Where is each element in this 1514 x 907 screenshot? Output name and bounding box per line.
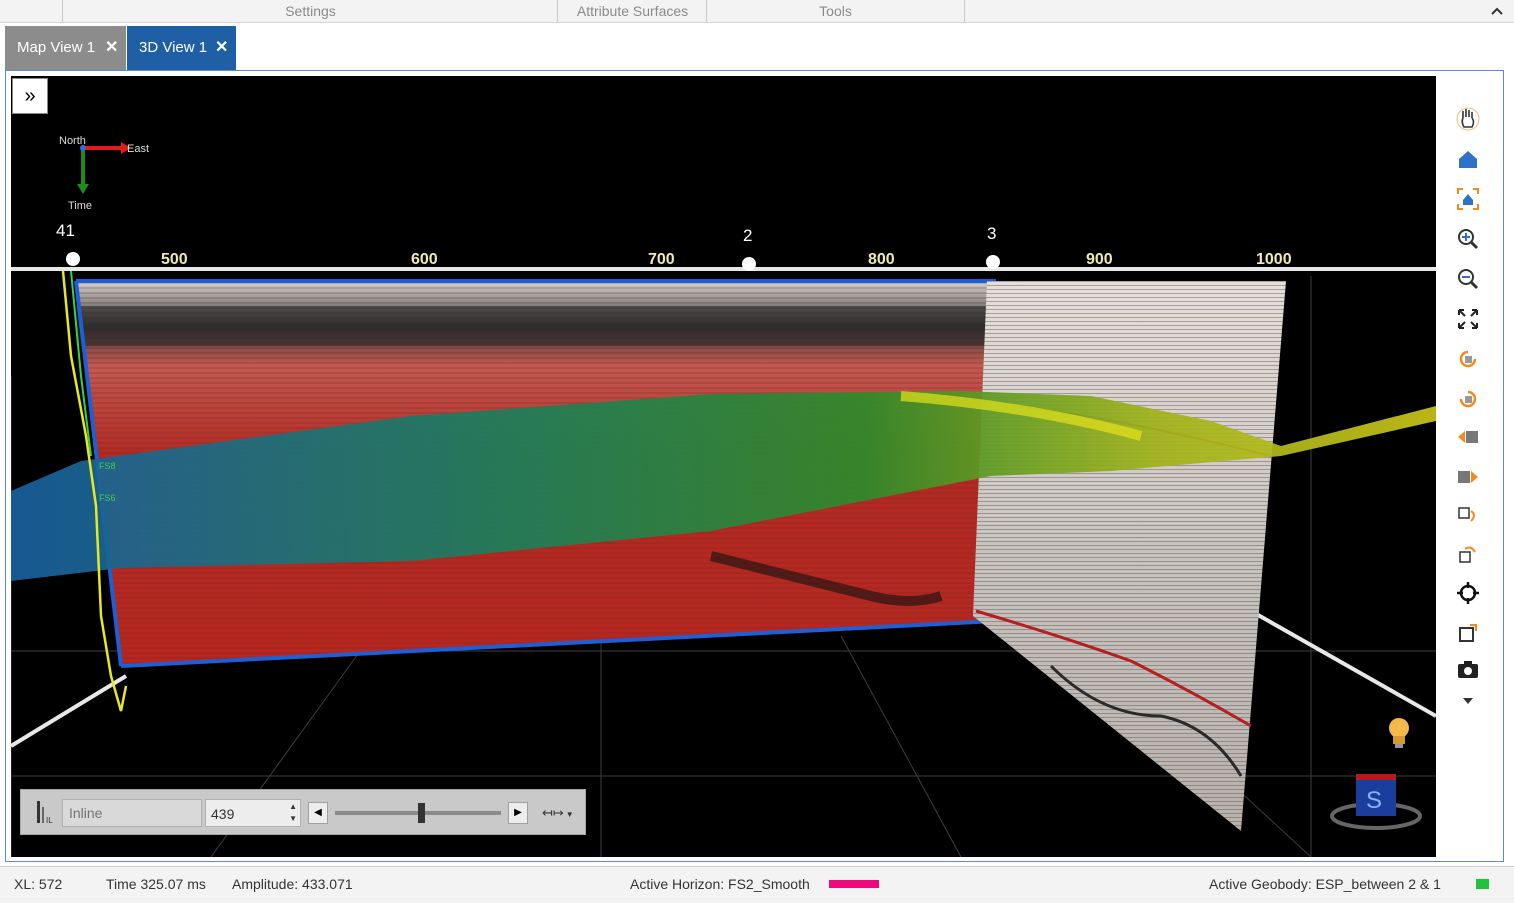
ribbon-group-tools[interactable]: Tools (706, 0, 965, 22)
slice-previous-button[interactable]: ◀ (308, 802, 328, 824)
fit-view-icon[interactable] (1455, 186, 1481, 212)
svg-text:IL: IL (46, 816, 53, 825)
slice-value: 439 (211, 806, 235, 822)
chevron-up-icon[interactable]: ▲ (289, 802, 297, 811)
compass-north-label: North (59, 135, 86, 147)
axis-tick-label: 500 (161, 251, 188, 268)
slice-value-stepper[interactable]: 439 ▲ ▼ (205, 799, 301, 827)
zoom-out-icon[interactable] (1455, 266, 1481, 292)
well-label: 2 (743, 226, 752, 245)
lightbulb-icon[interactable] (1389, 718, 1409, 748)
move-right-icon[interactable] (1455, 464, 1481, 490)
3d-scene: North East Time 41 2 3 500 600 700 800 9… (11, 135, 1436, 857)
step-size-icon: ↤↦ (542, 805, 564, 820)
chevron-up-icon[interactable] (1488, 1, 1506, 21)
slider-thumb[interactable] (417, 803, 425, 823)
more-icon[interactable] (1455, 692, 1481, 718)
slice-back-icon[interactable] (1455, 542, 1481, 568)
fullscreen-icon[interactable] (1455, 306, 1481, 332)
home-icon[interactable] (1455, 146, 1481, 172)
ribbon-group-label: Attribute Surfaces (576, 3, 689, 19)
rotate-icon[interactable] (1455, 346, 1481, 372)
camera-icon[interactable] (1455, 656, 1481, 682)
status-active-geobody: Active Geobody: ESP_between 2 & 1 (1209, 876, 1441, 892)
expand-panel-icon[interactable]: » (12, 78, 48, 114)
tab-3d-view-1[interactable]: 3D View 1 ✕ (127, 26, 236, 70)
center-icon[interactable] (1455, 580, 1481, 606)
pan-icon[interactable] (1455, 106, 1481, 132)
axis-tick-label: 600 (411, 251, 438, 268)
status-bar: XL: 572 Time 325.07 ms Amplitude: 433.07… (0, 866, 1514, 903)
slice-control-panel: IL 439 ▲ ▼ ◀ ▶ ↤↦▼ (20, 789, 586, 835)
tab-label: Map View 1 (17, 39, 96, 56)
slice-forward-icon[interactable] (1455, 502, 1481, 528)
ribbon-group-attribute-surfaces[interactable]: Attribute Surfaces (557, 0, 707, 22)
close-icon[interactable]: ✕ (215, 26, 228, 70)
chevron-down-icon: ▼ (565, 810, 574, 819)
view-cube-icon[interactable]: S (1330, 774, 1422, 830)
svg-text:S: S (1366, 787, 1382, 814)
axis-tick-label: 700 (648, 251, 675, 268)
rotate-reverse-icon[interactable] (1455, 386, 1481, 412)
slice-slider[interactable] (335, 803, 501, 823)
status-amplitude: Amplitude: 433.071 (232, 876, 353, 892)
zoom-in-icon[interactable] (1455, 226, 1481, 252)
ribbon-group-label: Settings (285, 3, 336, 19)
tab-map-view-1[interactable]: Map View 1 ✕ (5, 26, 126, 70)
ribbon-group-settings[interactable]: Settings (62, 0, 558, 22)
step-size-dropdown[interactable]: ↤↦ ▼ (542, 802, 578, 824)
3d-viewport[interactable]: North East Time 41 2 3 500 600 700 800 9… (11, 76, 1436, 857)
ribbon-bar: Settings Attribute Surfaces Tools (0, 0, 1514, 23)
move-left-icon[interactable] (1455, 424, 1481, 450)
ribbon-group-label: Tools (819, 3, 852, 19)
compass-time-label: Time (68, 200, 92, 212)
well-label: 3 (987, 224, 996, 243)
axis-tick-label: 800 (868, 251, 895, 268)
slice-type-input[interactable] (62, 799, 202, 827)
axis-tick-label: 1000 (1256, 251, 1292, 268)
status-active-horizon: Active Horizon: FS2_Smooth (630, 876, 810, 892)
horizon-label: FS6 (99, 493, 116, 503)
crop-icon[interactable] (1455, 620, 1481, 646)
well-label: 41 (56, 221, 75, 240)
slice-next-button[interactable]: ▶ (508, 802, 528, 824)
status-time: Time 325.07 ms (106, 876, 206, 892)
inline-type-icon[interactable]: IL (35, 799, 55, 825)
compass-east-label: East (127, 143, 149, 155)
horizon-label: FS8 (99, 461, 116, 471)
status-xl: XL: 572 (14, 876, 63, 892)
axis-ticks: 500 600 700 800 900 1000 (161, 251, 1292, 268)
axis-tick-label: 900 (1086, 251, 1113, 268)
chevron-down-icon[interactable]: ▼ (289, 814, 297, 823)
tab-label: 3D View 1 (139, 39, 208, 56)
close-icon[interactable]: ✕ (105, 26, 118, 70)
horizon-color-swatch (829, 880, 879, 888)
geobody-color-swatch (1476, 879, 1489, 889)
orientation-compass: North East Time (59, 135, 149, 212)
